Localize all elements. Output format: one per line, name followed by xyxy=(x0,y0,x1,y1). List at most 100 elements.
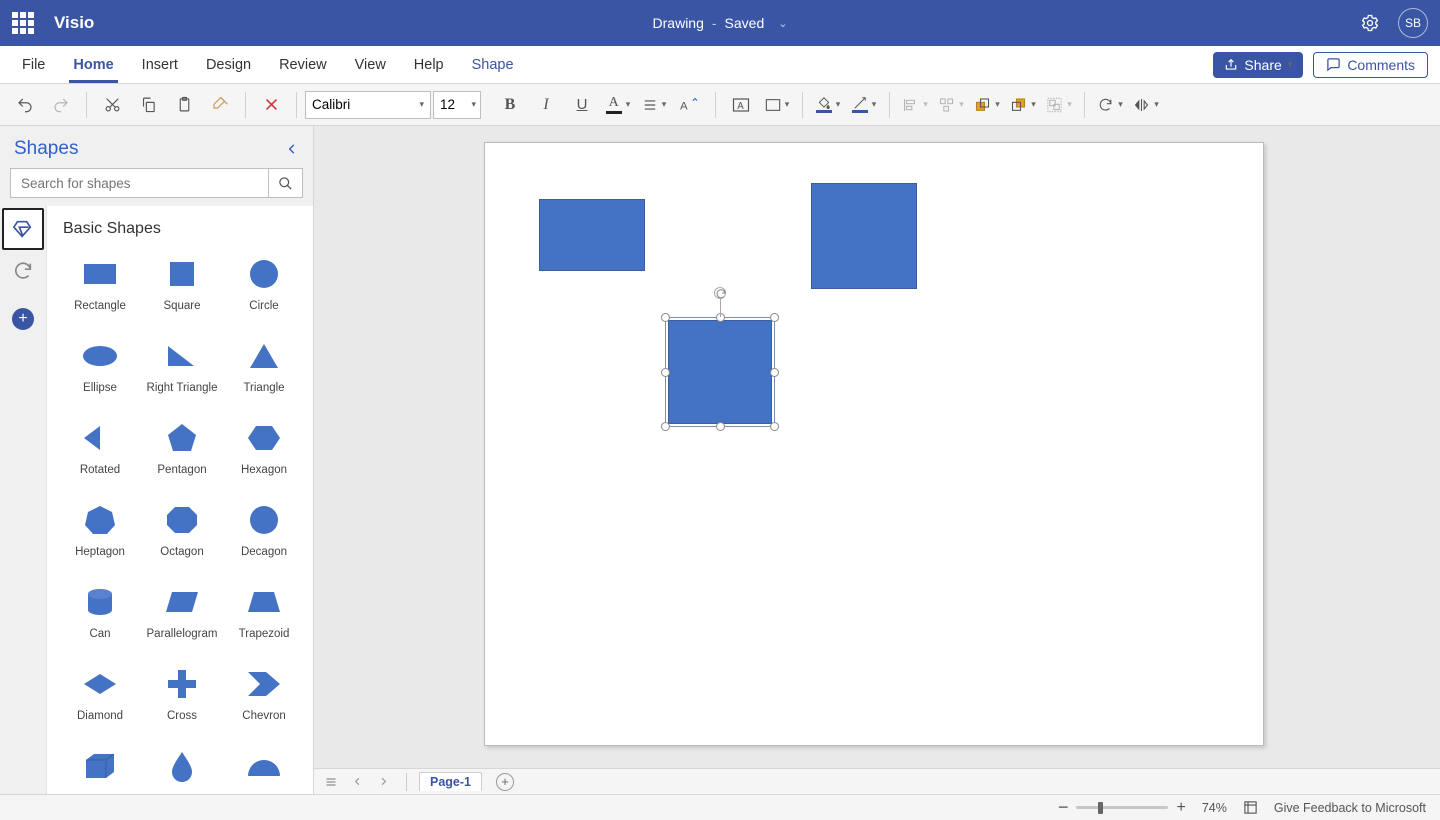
zoom-slider[interactable] xyxy=(1076,806,1168,809)
chevron-down-icon: ⌄ xyxy=(778,17,787,30)
feedback-link[interactable]: Give Feedback to Microsoft xyxy=(1274,801,1426,815)
shape-item-para[interactable]: Parallelogram xyxy=(141,578,223,654)
position-button[interactable]: ▾ xyxy=(934,90,968,120)
add-stencil-button[interactable]: + xyxy=(12,308,34,330)
shape-item-pent[interactable]: Pentagon xyxy=(141,414,223,490)
send-back-button[interactable]: ▾ xyxy=(1006,90,1040,120)
line-color-button[interactable]: ▾ xyxy=(847,90,881,120)
shape-item-cross[interactable]: Cross xyxy=(141,660,223,736)
shape-item-square[interactable]: Square xyxy=(141,250,223,326)
shape-item-chevr[interactable]: Chevron xyxy=(223,660,305,736)
selection-box[interactable] xyxy=(665,317,775,427)
shape-item-ellipse[interactable]: Ellipse xyxy=(59,332,141,408)
shape-item-rot[interactable]: Rotated xyxy=(59,414,141,490)
canvas-shape-square[interactable] xyxy=(811,183,917,289)
cut-button[interactable] xyxy=(95,90,129,120)
font-color-button[interactable]: A▾ xyxy=(601,90,635,120)
prev-page-button[interactable] xyxy=(346,772,368,792)
share-button[interactable]: Share ▾ xyxy=(1213,52,1303,78)
shapes-panel-title: Shapes xyxy=(14,138,78,160)
zoom-thumb[interactable] xyxy=(1098,802,1103,814)
zoom-in-button[interactable]: + xyxy=(1176,799,1185,817)
zoom-control[interactable]: − + xyxy=(1058,797,1186,818)
text-block-button[interactable]: A xyxy=(724,90,758,120)
tab-view[interactable]: View xyxy=(341,46,400,83)
zoom-out-button[interactable]: − xyxy=(1058,797,1069,818)
zoom-value[interactable]: 74% xyxy=(1202,801,1227,815)
tab-review[interactable]: Review xyxy=(265,46,341,83)
shape-icon xyxy=(78,746,122,786)
delete-button[interactable] xyxy=(254,90,288,120)
italic-button[interactable]: I xyxy=(529,90,563,120)
tab-insert[interactable]: Insert xyxy=(128,46,192,83)
shape-tool-button[interactable]: ▾ xyxy=(760,90,794,120)
shapes-search[interactable] xyxy=(10,168,303,198)
next-page-button[interactable] xyxy=(372,772,394,792)
shape-item-can[interactable]: Can xyxy=(59,578,141,654)
separator xyxy=(296,92,297,118)
stencil-basic-shapes[interactable] xyxy=(2,208,44,250)
resize-handle[interactable] xyxy=(661,313,670,322)
align-button[interactable]: ▾ xyxy=(637,90,671,120)
rotate-button[interactable]: ▾ xyxy=(1093,90,1127,120)
bold-button[interactable]: B xyxy=(493,90,527,120)
tab-help[interactable]: Help xyxy=(400,46,458,83)
shape-item-hex[interactable]: Hexagon xyxy=(223,414,305,490)
shape-item-halfc[interactable] xyxy=(223,742,305,794)
shape-item-dec[interactable]: Decagon xyxy=(223,496,305,572)
shape-item-rtri[interactable]: Right Triangle xyxy=(141,332,223,408)
font-size-combo[interactable]: 12▾ xyxy=(433,91,481,119)
rotation-handle[interactable] xyxy=(714,287,726,299)
tab-design[interactable]: Design xyxy=(192,46,265,83)
undo-button[interactable] xyxy=(8,90,42,120)
paste-button[interactable] xyxy=(167,90,201,120)
resize-handle[interactable] xyxy=(716,422,725,431)
format-painter-button[interactable] xyxy=(203,90,237,120)
comments-button[interactable]: Comments xyxy=(1313,52,1428,78)
redo-button[interactable] xyxy=(44,90,78,120)
font-name-combo[interactable]: Calibri▾ xyxy=(305,91,431,119)
resize-handle[interactable] xyxy=(770,422,779,431)
shape-item-tri[interactable]: Triangle xyxy=(223,332,305,408)
settings-icon[interactable] xyxy=(1360,13,1380,33)
grow-font-button[interactable]: A xyxy=(673,90,707,120)
collapse-panel-icon[interactable] xyxy=(285,142,299,156)
shapes-search-input[interactable] xyxy=(11,169,268,197)
align-shapes-button[interactable]: ▾ xyxy=(898,90,932,120)
resize-handle[interactable] xyxy=(661,422,670,431)
resize-handle[interactable] xyxy=(770,313,779,322)
flip-button[interactable]: ▾ xyxy=(1129,90,1163,120)
tab-file[interactable]: File xyxy=(16,46,59,83)
all-pages-button[interactable] xyxy=(320,772,342,792)
tab-home[interactable]: Home xyxy=(59,46,127,83)
bring-front-button[interactable]: ▾ xyxy=(970,90,1004,120)
shape-item-diam[interactable]: Diamond xyxy=(59,660,141,736)
shape-item-hept[interactable]: Heptagon xyxy=(59,496,141,572)
page-tab-1[interactable]: Page-1 xyxy=(419,772,482,791)
underline-button[interactable]: U xyxy=(565,90,599,120)
resize-handle[interactable] xyxy=(770,368,779,377)
shape-item-circle[interactable]: Circle xyxy=(223,250,305,326)
drawing-page[interactable] xyxy=(484,142,1264,746)
shape-item-drop[interactable] xyxy=(141,742,223,794)
stencil-arrows[interactable] xyxy=(2,250,44,292)
search-icon[interactable] xyxy=(268,169,302,197)
canvas-shape-selected-square[interactable] xyxy=(668,320,772,424)
document-title-group[interactable]: Drawing - Saved ⌄ xyxy=(653,15,788,31)
add-page-button[interactable]: + xyxy=(496,773,514,791)
group-button[interactable]: ▾ xyxy=(1042,90,1076,120)
tab-shape[interactable]: Shape xyxy=(458,46,528,83)
resize-handle[interactable] xyxy=(661,368,670,377)
user-avatar[interactable]: SB xyxy=(1398,8,1428,38)
shape-item-trap[interactable]: Trapezoid xyxy=(223,578,305,654)
canvas-area[interactable] xyxy=(314,126,1440,768)
canvas-shape-rectangle[interactable] xyxy=(539,199,645,271)
shape-item-rect[interactable]: Rectangle xyxy=(59,250,141,326)
separator xyxy=(1084,92,1085,118)
app-launcher-icon[interactable] xyxy=(12,12,34,34)
shape-item-oct[interactable]: Octagon xyxy=(141,496,223,572)
shape-item-cube[interactable] xyxy=(59,742,141,794)
fill-color-button[interactable]: ▾ xyxy=(811,90,845,120)
copy-button[interactable] xyxy=(131,90,165,120)
fit-to-window-icon[interactable] xyxy=(1243,800,1258,815)
